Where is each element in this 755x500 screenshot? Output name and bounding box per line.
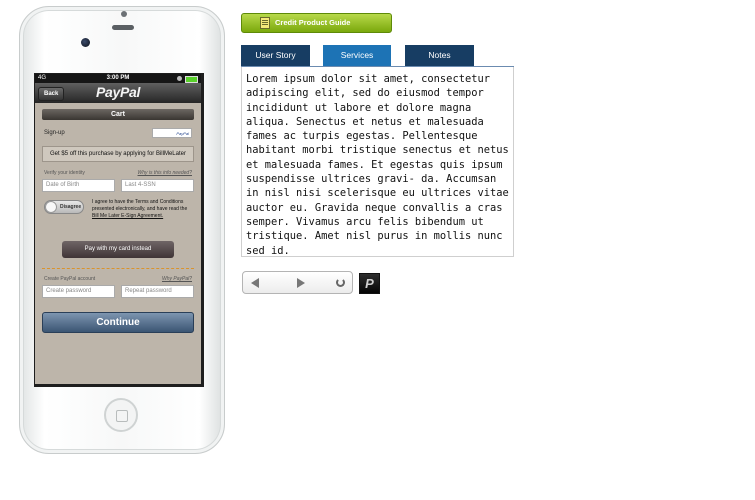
previous-icon[interactable] bbox=[251, 278, 259, 288]
why-info-link[interactable]: Why is this info needed? bbox=[138, 170, 192, 176]
repeat-password-field[interactable]: Repeat password bbox=[121, 285, 194, 298]
password-inputs: Create password Repeat password bbox=[42, 285, 194, 298]
pay-with-card-button[interactable]: Pay with my card instead bbox=[62, 241, 174, 258]
front-camera bbox=[81, 38, 90, 47]
agree-text: I agree to have the Terms and Conditions… bbox=[92, 199, 192, 220]
top-sensor bbox=[121, 11, 127, 17]
phone-screen: 4G 3:00 PM Back PayPal Cart Sign-up PayP… bbox=[34, 73, 204, 387]
form-body: Cart Sign-up PayPal Get $5 off this purc… bbox=[35, 109, 201, 333]
create-account-row: Create PayPal account Why PayPal? bbox=[42, 275, 194, 283]
agree-row: Disagree I agree to have the Terms and C… bbox=[42, 199, 194, 229]
toggle-label: Disagree bbox=[60, 204, 82, 210]
tab-services[interactable]: Services bbox=[323, 45, 391, 66]
credit-product-guide-button[interactable]: Credit Product Guide bbox=[241, 13, 392, 33]
p-logo-icon[interactable]: P bbox=[359, 273, 380, 294]
paypal-logo: PayPal bbox=[95, 84, 141, 100]
battery-icon bbox=[185, 76, 198, 83]
dob-field[interactable]: Date of Birth bbox=[42, 179, 115, 192]
verify-row: Verify your identity Why is this info ne… bbox=[42, 169, 194, 177]
home-square-icon bbox=[116, 410, 128, 422]
ssn-field[interactable]: Last 4-SSN bbox=[121, 179, 194, 192]
player-controls bbox=[242, 271, 353, 294]
create-account-label: Create PayPal account bbox=[44, 276, 96, 282]
guide-button-label: Credit Product Guide bbox=[275, 18, 351, 27]
content-panel: Lorem ipsum dolor sit amet, consectetur … bbox=[241, 67, 514, 257]
divider bbox=[42, 268, 194, 269]
next-icon[interactable] bbox=[297, 278, 305, 288]
cart-header[interactable]: Cart bbox=[42, 109, 194, 120]
status-bar: 4G 3:00 PM bbox=[35, 74, 201, 83]
lock-icon bbox=[177, 76, 182, 81]
signup-label: Sign-up bbox=[44, 130, 65, 136]
toggle-knob bbox=[45, 201, 57, 213]
paypal-app: 4G 3:00 PM Back PayPal Cart Sign-up PayP… bbox=[35, 74, 201, 384]
reload-icon[interactable] bbox=[336, 278, 345, 287]
document-icon bbox=[260, 17, 270, 29]
verify-label: Verify your identity bbox=[44, 170, 85, 176]
continue-button[interactable]: Continue bbox=[42, 312, 194, 333]
why-paypal-link[interactable]: Why PayPal? bbox=[162, 276, 192, 282]
tab-notes[interactable]: Notes bbox=[405, 45, 474, 66]
home-button[interactable] bbox=[104, 398, 138, 432]
create-password-field[interactable]: Create password bbox=[42, 285, 115, 298]
agree-statement: I agree to have the Terms and Conditions… bbox=[92, 199, 188, 212]
nav-bar: Back PayPal bbox=[35, 83, 201, 103]
signup-row: Sign-up PayPal bbox=[42, 128, 194, 139]
billmelater-logo: PayPal bbox=[152, 128, 192, 138]
agree-toggle[interactable]: Disagree bbox=[44, 200, 84, 214]
identity-inputs: Date of Birth Last 4-SSN bbox=[42, 179, 194, 192]
tab-user-story[interactable]: User Story bbox=[241, 45, 310, 66]
offer-banner: Get $5 off this purchase by applying for… bbox=[42, 146, 194, 162]
earpiece-speaker bbox=[112, 25, 134, 30]
esign-agreement-link[interactable]: Bill Me Later E-Sign Agreement. bbox=[92, 213, 163, 219]
iphone-mockup: 4G 3:00 PM Back PayPal Cart Sign-up PayP… bbox=[19, 6, 225, 454]
